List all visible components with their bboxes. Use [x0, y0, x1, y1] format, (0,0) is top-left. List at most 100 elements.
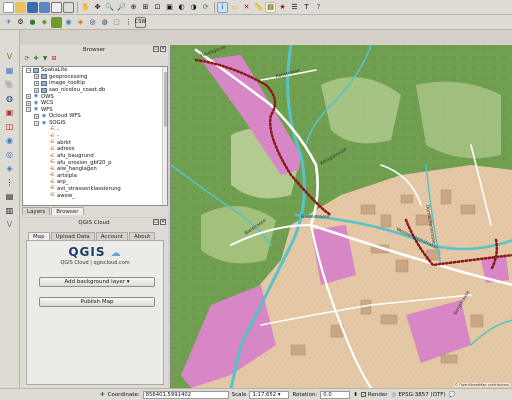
zoom-layer-icon[interactable]: ⊡: [152, 2, 163, 13]
tab-upload-data[interactable]: Upload Data: [50, 232, 95, 240]
tree-row[interactable]: + ◉ Qcloud WFS: [23, 113, 167, 120]
zoom-actual-icon[interactable]: ⊕: [128, 2, 139, 13]
tab-map[interactable]: Map: [28, 232, 50, 240]
zoom-last-icon[interactable]: ◐: [176, 2, 187, 13]
float-panel-icon[interactable]: ▫: [153, 219, 159, 225]
tree-row[interactable]: ⋲ afu_erosion_gbf20_p: [23, 159, 167, 166]
refresh-icon[interactable]: ⟳: [200, 2, 211, 13]
map-render[interactable]: Hauptgasse Rötistrasse Wengistrasse Biel…: [171, 45, 512, 388]
new-project-icon[interactable]: [3, 1, 14, 13]
add-delimited-text-layer-icon[interactable]: ⋮: [4, 176, 16, 188]
tree-row[interactable]: + sao_nicolou_coast.db: [23, 87, 167, 94]
help-icon[interactable]: ?: [313, 2, 324, 13]
add-wfs-layer-icon[interactable]: ◈: [4, 162, 16, 174]
tab-browser[interactable]: Browser: [51, 207, 84, 215]
text-annotation-icon[interactable]: T: [301, 2, 312, 13]
add-spatialite-icon[interactable]: ◍: [99, 17, 110, 28]
expand-icon[interactable]: +: [34, 87, 39, 93]
rotation-field[interactable]: 0.0: [320, 390, 351, 399]
zoom-in-icon[interactable]: 🔍: [104, 2, 115, 13]
add-background-layer-button[interactable]: Add background layer ▾: [39, 277, 155, 287]
browser-tree[interactable]: − SpatiaLite + geoprocessing + image_tooltip +…: [22, 66, 168, 206]
messages-icon[interactable]: 💬: [449, 392, 456, 398]
add-delimited-text-icon[interactable]: ⋮: [123, 17, 134, 28]
add-virtual-layer-icon[interactable]: V: [4, 218, 16, 230]
add-wcs-layer-icon[interactable]: ◎: [4, 148, 16, 160]
new-bookmark-icon[interactable]: ★: [277, 2, 288, 13]
map-canvas[interactable]: Hauptgasse Rötistrasse Wengistrasse Biel…: [170, 45, 512, 388]
composer-manager-icon[interactable]: [63, 1, 74, 13]
add-spatialite-layer-icon[interactable]: ◍: [4, 92, 16, 104]
tree-row[interactable]: ⋲ abrkt: [23, 140, 167, 147]
add-wfs-icon[interactable]: ◈: [75, 17, 86, 28]
tab-about[interactable]: About: [128, 232, 156, 240]
tree-row[interactable]: ⋲ adress: [23, 146, 167, 153]
add-raster-layer-icon[interactable]: ▦: [4, 64, 16, 76]
zoom-full-icon[interactable]: ⊞: [140, 2, 151, 13]
expand-icon[interactable]: +: [34, 80, 39, 86]
new-spatialite-layer-icon[interactable]: ▥: [4, 204, 16, 216]
expand-icon[interactable]: +: [34, 74, 39, 80]
plugin-icon[interactable]: ⚙: [15, 17, 26, 28]
tab-account[interactable]: Account: [95, 232, 128, 240]
render-checkbox[interactable]: ✓: [360, 392, 366, 398]
zoom-out-icon[interactable]: 🔎: [116, 2, 127, 13]
add-layer-icon[interactable]: ●: [27, 17, 38, 28]
pan-to-selection-icon[interactable]: ✥: [92, 2, 103, 13]
expand-icon[interactable]: +: [26, 94, 31, 100]
add-wms-icon[interactable]: ◉: [63, 17, 74, 28]
pan-icon[interactable]: ✋: [80, 2, 91, 13]
tree-row[interactable]: ⋲ afu_baugrund: [23, 153, 167, 160]
add-postgis-icon[interactable]: ◎: [87, 17, 98, 28]
tree-row[interactable]: − ◉ SOGIS: [23, 120, 167, 127]
close-panel-icon[interactable]: ✕: [160, 46, 166, 52]
select-icon[interactable]: ▭: [229, 2, 240, 13]
deselect-icon[interactable]: ✕: [241, 2, 252, 13]
float-panel-icon[interactable]: ▫: [153, 46, 159, 52]
tree-scrollbar[interactable]: [162, 67, 167, 205]
close-panel-icon[interactable]: ✕: [160, 219, 166, 225]
coordinate-field[interactable]: 856401,5991402: [142, 390, 229, 399]
tree-row[interactable]: ⋲ avt_strassenklassierung: [23, 186, 167, 193]
scale-field[interactable]: 1:17,652 ▾: [249, 390, 290, 399]
crs-label[interactable]: EPSG:3857 (OTF): [398, 392, 445, 398]
save-project-icon[interactable]: [27, 1, 38, 13]
gps-icon[interactable]: ✈: [3, 17, 14, 28]
zoom-selection-icon[interactable]: ▣: [164, 2, 175, 13]
open-project-icon[interactable]: [15, 1, 26, 13]
csw-icon[interactable]: CSW: [135, 16, 146, 28]
map-tips-icon[interactable]: ▤: [265, 1, 276, 13]
identify-icon[interactable]: i: [217, 1, 228, 13]
tree-row[interactable]: ⋲ awew_: [23, 192, 167, 199]
save-as-icon[interactable]: [39, 1, 50, 13]
tree-row[interactable]: + geoprocessing: [23, 74, 167, 81]
tree-row[interactable]: ⋲ -: [23, 126, 167, 133]
filter-icon[interactable]: ▼: [41, 55, 49, 63]
add-raster-icon[interactable]: [51, 16, 62, 28]
add-mssql-layer-icon[interactable]: ▣: [4, 106, 16, 118]
add-oracle-layer-icon[interactable]: ◫: [4, 120, 16, 132]
tree-row[interactable]: − SpatiaLite: [23, 67, 167, 74]
measure-icon[interactable]: 📏: [253, 2, 264, 13]
tree-row[interactable]: ⋲ -: [23, 133, 167, 140]
add-vector-icon[interactable]: ◆: [39, 17, 50, 28]
tab-layers[interactable]: Layers: [22, 207, 51, 215]
collapse-all-icon[interactable]: ⊟: [50, 55, 58, 63]
add-postgis-layer-icon[interactable]: 🐘: [4, 78, 16, 90]
zoom-next-icon[interactable]: ◑: [188, 2, 199, 13]
tree-row[interactable]: ⋲ arp_: [23, 179, 167, 186]
scrollbar-thumb[interactable]: [164, 72, 167, 127]
show-bookmarks-icon[interactable]: ☰: [289, 2, 300, 13]
add-vector-layer-icon[interactable]: V: [4, 50, 16, 62]
add-wms-layer-icon[interactable]: ◉: [4, 134, 16, 146]
add-selected-layers-icon[interactable]: ✚: [32, 55, 40, 63]
print-composer-icon[interactable]: [51, 1, 62, 13]
tree-row[interactable]: + image_tooltip: [23, 80, 167, 87]
tree-row[interactable]: + ◉ WCS: [23, 100, 167, 107]
new-shapefile-layer-icon[interactable]: ▤: [4, 190, 16, 202]
tree-row[interactable]: ⋲ alw_hanglagen: [23, 166, 167, 173]
collapse-icon[interactable]: −: [34, 120, 39, 126]
collapse-icon[interactable]: −: [26, 67, 31, 73]
tree-row[interactable]: ⋲ artsipla: [23, 173, 167, 180]
rotation-stepper-icon[interactable]: ⬍: [353, 392, 358, 398]
